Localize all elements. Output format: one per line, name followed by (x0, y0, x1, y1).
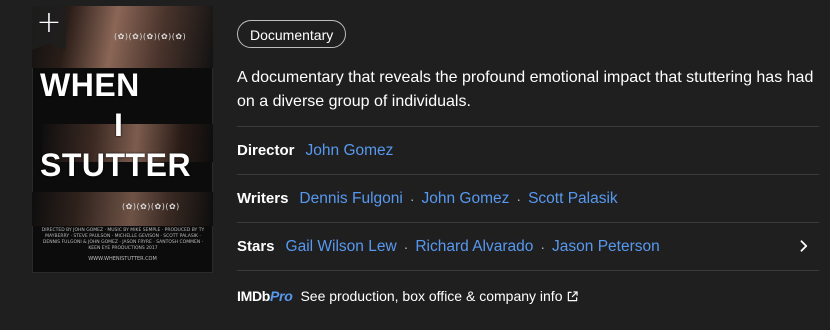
stars-label: Stars (237, 238, 275, 255)
genre-chip[interactable]: Documentary (237, 20, 347, 48)
poster-festival-laurels: (✿)(✿)(✿)(✿)(✿) (114, 32, 187, 41)
plus-icon: + (36, 6, 62, 40)
writers-row: Writers Dennis Fulgoni · John Gomez · Sc… (237, 175, 819, 222)
poster-festival-laurels: (✿)(✿)(✿)(✿) (122, 202, 180, 211)
title-details: Documentary A documentary that reveals t… (237, 20, 819, 321)
star-link[interactable]: Richard Alvarado (415, 238, 533, 256)
star-link[interactable]: Gail Wilson Lew (286, 238, 397, 256)
separator-dot: · (516, 190, 522, 207)
poster-title-line: I (114, 107, 124, 143)
writer-link[interactable]: Dennis Fulgoni (299, 190, 402, 208)
chevron-right-icon[interactable] (795, 237, 813, 255)
external-link-icon (568, 290, 579, 301)
add-to-watchlist-button[interactable]: + (32, 6, 66, 50)
poster-title-line: STUTTER (40, 147, 192, 183)
title-overview-panel: (✿)(✿)(✿)(✿)(✿) (✿)(✿)(✿)(✿) WHEN I STUT… (0, 0, 830, 330)
director-label: Director (237, 142, 295, 159)
star-link[interactable]: Jason Peterson (552, 238, 660, 256)
poster-credit-block: DIRECTED BY JOHN GOMEZ · MUSIC BY MIKE S… (41, 228, 205, 251)
imdbpro-logo-imdb: IMDb (237, 288, 271, 304)
director-link[interactable]: John Gomez (306, 142, 394, 160)
poster-title-line: WHEN (40, 67, 140, 103)
separator-dot: · (409, 190, 415, 207)
imdbpro-info-text: See production, box office & company inf… (300, 288, 563, 304)
plot-summary: A documentary that reveals the profound … (237, 69, 814, 110)
imdbpro-row: IMDbPro See production, box office & com… (237, 271, 819, 321)
imdbpro-info-link[interactable]: See production, box office & company inf… (300, 288, 579, 304)
separator-dot: · (540, 238, 546, 255)
separator-dot: · (403, 238, 409, 255)
writer-link[interactable]: Scott Palasik (528, 190, 618, 208)
writers-label: Writers (237, 190, 289, 207)
writer-link[interactable]: John Gomez (422, 190, 510, 208)
stars-row[interactable]: Stars Gail Wilson Lew · Richard Alvarado… (237, 223, 819, 270)
imdbpro-logo[interactable]: IMDbPro (237, 288, 293, 304)
movie-poster[interactable]: (✿)(✿)(✿)(✿)(✿) (✿)(✿)(✿)(✿) WHEN I STUT… (32, 6, 213, 273)
imdbpro-logo-pro: Pro (270, 288, 293, 304)
director-row: Director John Gomez (237, 127, 819, 174)
poster-website: WWW.WHENISTUTTER.COM (88, 256, 157, 262)
